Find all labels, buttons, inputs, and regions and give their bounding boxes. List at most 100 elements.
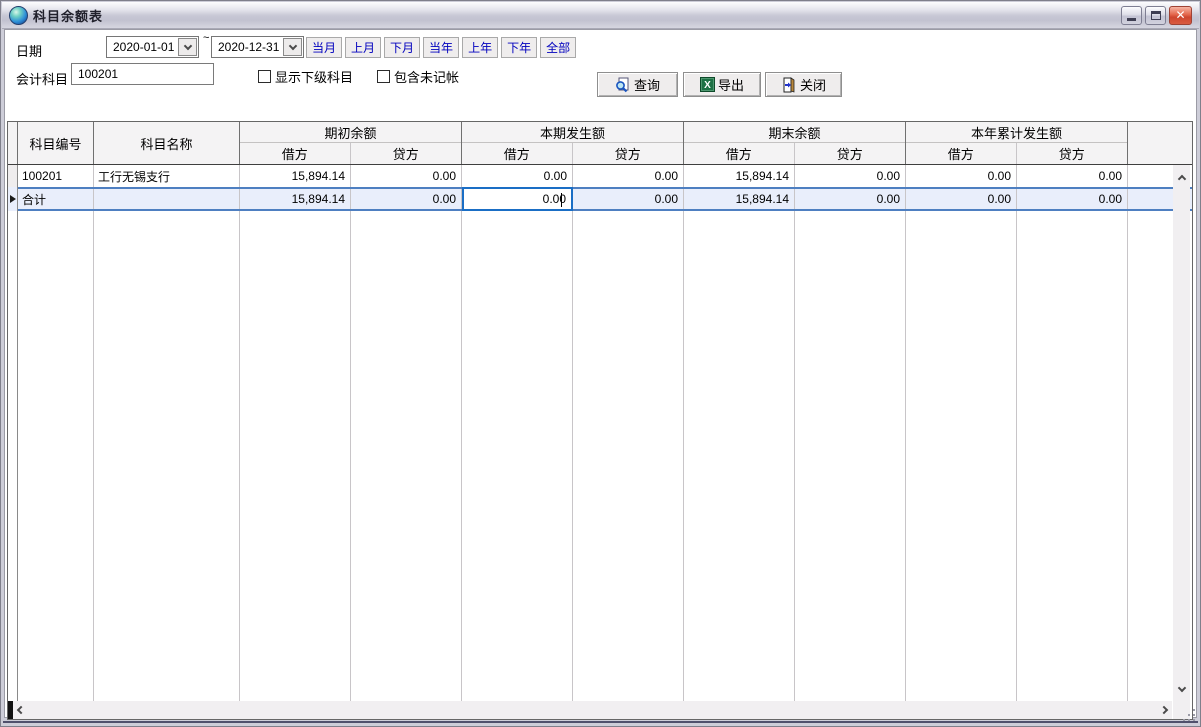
window-controls: ✕ xyxy=(1121,6,1195,25)
query-button[interactable]: 查询 xyxy=(597,72,678,97)
quick-button-next-month[interactable]: 下月 xyxy=(384,37,420,58)
balance-table: 科目编号 科目名称 期初余额 借方 贷方 本期发生额 借方 贷方 xyxy=(7,121,1193,720)
quick-button-prev-month[interactable]: 上月 xyxy=(345,37,381,58)
cell-value[interactable]: 0.00 xyxy=(573,165,684,187)
excel-icon: X xyxy=(700,77,715,92)
horizontal-scrollbar[interactable] xyxy=(8,701,1172,719)
total-value[interactable]: 0.00 xyxy=(1017,189,1128,209)
total-value[interactable]: 0.00 xyxy=(573,189,684,209)
window-bottom-border xyxy=(3,721,1198,723)
header-group-period-amount: 本期发生额 借方 贷方 xyxy=(462,122,684,164)
close-window-button[interactable]: 关闭 xyxy=(765,72,842,97)
close-button[interactable]: ✕ xyxy=(1169,6,1192,25)
date-to-dropdown-button[interactable] xyxy=(283,38,302,56)
include-unposted-label: 包含未记帐 xyxy=(394,67,459,86)
group-title[interactable]: 本年累计发生额 xyxy=(906,122,1127,143)
chevron-up-icon xyxy=(1177,174,1185,182)
minimize-button[interactable] xyxy=(1121,6,1142,25)
total-label-cell[interactable]: 合计 xyxy=(18,189,94,209)
scroll-down-button[interactable] xyxy=(1175,682,1189,696)
subheader-credit[interactable]: 贷方 xyxy=(795,143,906,164)
vertical-scrollbar[interactable] xyxy=(1173,165,1190,701)
empty-grid-area xyxy=(8,211,1174,701)
cell-value[interactable]: 15,894.14 xyxy=(240,165,351,187)
subheader-credit[interactable]: 贷方 xyxy=(573,143,684,164)
maximize-button[interactable] xyxy=(1145,6,1166,25)
date-to-value: 2020-12-31 xyxy=(212,37,282,57)
total-value[interactable]: 15,894.14 xyxy=(240,189,351,209)
total-row[interactable]: 合计 15,894.14 0.00 0.00 0.00 15,894.14 0.… xyxy=(8,187,1192,211)
subheader-debit[interactable]: 借方 xyxy=(462,143,573,164)
subheader-debit[interactable]: 借方 xyxy=(906,143,1017,164)
total-value[interactable]: 15,894.14 xyxy=(684,189,795,209)
empty-column xyxy=(1128,211,1174,701)
empty-column xyxy=(18,211,94,701)
quick-button-prev-year[interactable]: 上年 xyxy=(462,37,498,58)
cell-value[interactable]: 0.00 xyxy=(1017,165,1128,187)
header-account-code[interactable]: 科目编号 xyxy=(18,122,94,164)
checkbox-icon xyxy=(377,70,390,83)
title-bar[interactable]: 科目余额表 ✕ xyxy=(2,2,1199,29)
empty-column xyxy=(573,211,684,701)
selected-cell[interactable]: 0.00 xyxy=(462,187,573,211)
close-window-button-label: 关闭 xyxy=(800,75,826,94)
chevron-down-icon xyxy=(288,41,296,49)
group-title[interactable]: 期末余额 xyxy=(684,122,905,143)
close-icon: ✕ xyxy=(1175,9,1185,21)
cell-value[interactable]: 0.00 xyxy=(351,165,462,187)
window-title: 科目余额表 xyxy=(33,6,103,25)
header-account-name[interactable]: 科目名称 xyxy=(94,122,240,164)
total-value[interactable]: 0.00 xyxy=(906,189,1017,209)
resize-grip[interactable] xyxy=(1183,709,1195,721)
show-sub-accounts-checkbox[interactable]: 显示下级科目 xyxy=(258,67,353,86)
total-value[interactable]: 0.00 xyxy=(351,189,462,209)
cell-account-name[interactable]: 工行无锡支行 xyxy=(94,165,240,187)
scroll-up-button[interactable] xyxy=(1175,170,1189,184)
cell-value[interactable]: 0.00 xyxy=(462,165,573,187)
date-from-combobox[interactable]: 2020-01-01 xyxy=(106,36,199,58)
cell-value[interactable]: 0.00 xyxy=(795,165,906,187)
chevron-right-icon xyxy=(1160,706,1168,714)
current-row-arrow-icon xyxy=(10,195,16,203)
exit-door-icon xyxy=(781,77,797,93)
group-title[interactable]: 期初余额 xyxy=(240,122,461,143)
row-selector-cell[interactable] xyxy=(8,165,18,187)
header-group-opening-balance: 期初余额 借方 贷方 xyxy=(240,122,462,164)
include-unposted-checkbox[interactable]: 包含未记帐 xyxy=(377,67,459,86)
empty-column xyxy=(462,211,573,701)
group-title[interactable]: 本期发生额 xyxy=(462,122,683,143)
subheader-debit[interactable]: 借方 xyxy=(240,143,351,164)
minimize-icon xyxy=(1127,18,1136,21)
quick-button-all[interactable]: 全部 xyxy=(540,37,576,58)
app-globe-icon xyxy=(9,6,28,25)
empty-column xyxy=(795,211,906,701)
current-row-indicator-cell[interactable] xyxy=(8,187,18,211)
cell-value[interactable]: 0.00 xyxy=(906,165,1017,187)
total-name-cell[interactable] xyxy=(94,189,240,209)
total-value[interactable]: 0.00 xyxy=(795,189,906,209)
show-sub-accounts-label: 显示下级科目 xyxy=(275,67,353,86)
cell-account-code[interactable]: 100201 xyxy=(18,165,94,187)
header-filler-cell xyxy=(1128,122,1192,164)
date-from-dropdown-button[interactable] xyxy=(178,38,197,56)
export-button[interactable]: X 导出 xyxy=(683,72,761,97)
table-row[interactable]: 100201 工行无锡支行 15,894.14 0.00 0.00 0.00 1… xyxy=(8,165,1192,187)
search-document-icon xyxy=(615,77,631,93)
header-group-ytd-amount: 本年累计发生额 借方 贷方 xyxy=(906,122,1128,164)
quick-button-next-year[interactable]: 下年 xyxy=(501,37,537,58)
quick-button-current-month[interactable]: 当月 xyxy=(306,37,342,58)
selected-cell-value: 0.00 xyxy=(543,192,566,206)
subheader-credit[interactable]: 贷方 xyxy=(1017,143,1128,164)
query-button-label: 查询 xyxy=(634,75,660,94)
date-to-combobox[interactable]: 2020-12-31 xyxy=(211,36,304,58)
scroll-left-button[interactable] xyxy=(13,703,27,717)
text-caret xyxy=(561,193,562,207)
subheader-debit[interactable]: 借方 xyxy=(684,143,795,164)
chevron-left-icon xyxy=(17,706,25,714)
subheader-credit[interactable]: 贷方 xyxy=(351,143,462,164)
header-group-ending-balance: 期末余额 借方 贷方 xyxy=(684,122,906,164)
quick-button-current-year[interactable]: 当年 xyxy=(423,37,459,58)
cell-value[interactable]: 15,894.14 xyxy=(684,165,795,187)
account-input[interactable]: 100201 xyxy=(71,63,214,85)
scroll-right-button[interactable] xyxy=(1158,703,1172,717)
